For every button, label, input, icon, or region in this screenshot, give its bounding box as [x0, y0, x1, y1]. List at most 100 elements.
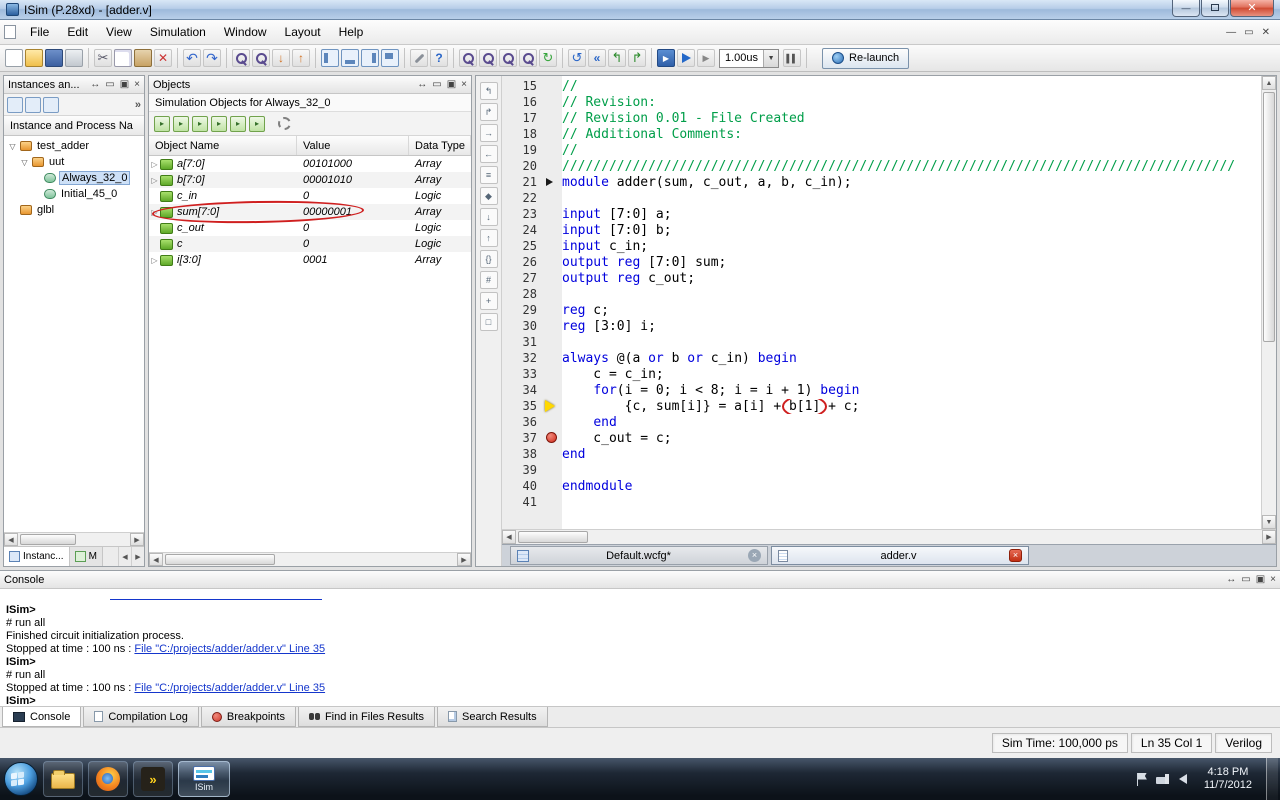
code-line-22[interactable]: 22: [502, 190, 1261, 206]
line-marker[interactable]: [544, 446, 562, 462]
mdi-minimize-icon[interactable]: —: [1226, 27, 1236, 38]
code-line-15[interactable]: 15//: [502, 78, 1261, 94]
code-line-26[interactable]: 26output reg [7:0] sum;: [502, 254, 1261, 270]
outdent-icon[interactable]: ←: [480, 145, 498, 163]
dock-icon[interactable]: [447, 80, 456, 90]
goto-line-icon[interactable]: #: [480, 271, 498, 289]
column-header-data-type[interactable]: Data Type: [409, 136, 471, 155]
expand-icon[interactable]: ▷: [149, 176, 160, 185]
zoom-in-icon[interactable]: [459, 49, 477, 67]
restart-icon[interactable]: [568, 49, 586, 67]
combo-dropdown-icon[interactable]: ▼: [763, 50, 778, 67]
code-line-37[interactable]: 37 c_out = c;: [502, 430, 1261, 446]
cut-icon[interactable]: [94, 49, 112, 67]
menu-view[interactable]: View: [97, 22, 141, 42]
maximize-icon[interactable]: [1241, 575, 1250, 585]
line-marker[interactable]: [544, 78, 562, 94]
network-icon[interactable]: [1156, 773, 1169, 786]
match-paren-icon[interactable]: {}: [480, 250, 498, 268]
filter-internal-icon[interactable]: [211, 116, 227, 132]
tree-item-initial-45-0[interactable]: Initial_45_0: [4, 186, 144, 202]
line-marker[interactable]: [544, 478, 562, 494]
minimize-button[interactable]: —: [1172, 0, 1200, 17]
play-icon[interactable]: [677, 49, 695, 67]
line-marker[interactable]: [544, 494, 562, 510]
scroll-left-icon[interactable]: ◀: [4, 533, 18, 546]
console-file-link[interactable]: File "C:/projects/adder/adder.v" Line 35: [134, 643, 325, 655]
scrollbar-thumb[interactable]: [518, 531, 588, 543]
tab-compilation-log[interactable]: Compilation Log: [83, 707, 199, 727]
line-marker[interactable]: [544, 350, 562, 366]
line-marker[interactable]: [544, 318, 562, 334]
scroll-up-icon[interactable]: ▲: [1262, 76, 1276, 90]
filter-output-icon[interactable]: [173, 116, 189, 132]
paste-icon[interactable]: [134, 49, 152, 67]
menu-edit[interactable]: Edit: [58, 22, 97, 42]
line-marker[interactable]: [544, 190, 562, 206]
line-marker[interactable]: [544, 110, 562, 126]
tab-breakpoints[interactable]: Breakpoints: [201, 707, 296, 727]
tab-default-wcfg[interactable]: Default.wcfg*×: [510, 546, 768, 565]
line-marker[interactable]: [544, 126, 562, 142]
code-line-25[interactable]: 25input c_in;: [502, 238, 1261, 254]
dock-icon[interactable]: [1256, 575, 1265, 585]
line-marker[interactable]: [544, 430, 562, 446]
code-line-33[interactable]: 33 c = c_in;: [502, 366, 1261, 382]
next-bookmark-icon[interactable]: ↓: [480, 208, 498, 226]
code-line-40[interactable]: 40endmodule: [502, 478, 1261, 494]
close-button[interactable]: ✕: [1230, 0, 1274, 17]
tab-next-icon[interactable]: ▶: [131, 547, 144, 566]
chevron-overflow-icon[interactable]: »: [135, 99, 141, 111]
tab-close-icon[interactable]: ×: [1009, 549, 1022, 562]
line-marker[interactable]: [544, 286, 562, 302]
float-icon[interactable]: [417, 80, 427, 90]
line-marker[interactable]: [544, 158, 562, 174]
filter-input-icon[interactable]: [154, 116, 170, 132]
run-all-icon[interactable]: [657, 49, 675, 67]
code-line-36[interactable]: 36 end: [502, 414, 1261, 430]
redo-icon[interactable]: [203, 49, 221, 67]
prev-edit-icon[interactable]: ↰: [480, 82, 498, 100]
step-return-icon[interactable]: [608, 49, 626, 67]
code-line-35[interactable]: 35 {c, sum[i]} = a[i] + b[1] + c;: [502, 398, 1261, 414]
scroll-right-icon[interactable]: ▶: [1262, 530, 1276, 544]
object-row-sum-7-0[interactable]: ▷sum[7:0]00000001Array: [149, 204, 471, 220]
filter-inout-icon[interactable]: [192, 116, 208, 132]
tab-prev-icon[interactable]: ◀: [118, 547, 131, 566]
scroll-right-icon[interactable]: ▶: [130, 533, 144, 546]
expander-icon[interactable]: ▽: [20, 158, 29, 167]
tab-console[interactable]: Console: [2, 707, 81, 727]
processes-view-icon[interactable]: [25, 97, 41, 113]
pause-icon[interactable]: [783, 49, 801, 67]
init-icon[interactable]: [588, 49, 606, 67]
undo-icon[interactable]: [183, 49, 201, 67]
dock-icon[interactable]: [120, 80, 129, 90]
scroll-left-icon[interactable]: ◀: [502, 530, 516, 544]
column-header-object-name[interactable]: Object Name: [149, 136, 297, 155]
breakpoint-icon[interactable]: [546, 432, 557, 443]
firefox-taskbar-button[interactable]: [88, 761, 128, 797]
tab-find-in-files-results[interactable]: Find in Files Results: [298, 707, 435, 727]
code-line-16[interactable]: 16// Revision:: [502, 94, 1261, 110]
column-header-value[interactable]: Value: [297, 136, 409, 155]
copy-icon[interactable]: [114, 49, 132, 67]
line-marker[interactable]: [544, 302, 562, 318]
editor-vscrollbar[interactable]: ▲ ▼: [1261, 76, 1276, 529]
expand-icon[interactable]: ▷: [149, 208, 160, 217]
zoom-full-icon[interactable]: [499, 49, 517, 67]
tree-item-test-adder[interactable]: ▽test_adder: [4, 138, 144, 154]
find-in-files-icon[interactable]: [252, 49, 270, 67]
tree-item-always-32-0[interactable]: Always_32_0: [4, 170, 144, 186]
line-marker[interactable]: [544, 238, 562, 254]
line-marker[interactable]: [544, 270, 562, 286]
line-marker[interactable]: [544, 462, 562, 478]
line-marker[interactable]: [544, 334, 562, 350]
run-duration-combo[interactable]: 1.00us ▼: [719, 49, 779, 68]
code-line-31[interactable]: 31: [502, 334, 1261, 350]
help-icon[interactable]: [430, 49, 448, 67]
instances-hscrollbar[interactable]: ◀ ▶: [4, 532, 144, 546]
expand-icon[interactable]: ▷: [149, 160, 160, 169]
tree-item-uut[interactable]: ▽uut: [4, 154, 144, 170]
scrollbar-thumb[interactable]: [1263, 92, 1275, 342]
editor-view[interactable]: 15//16// Revision:17// Revision 0.01 - F…: [502, 76, 1276, 529]
